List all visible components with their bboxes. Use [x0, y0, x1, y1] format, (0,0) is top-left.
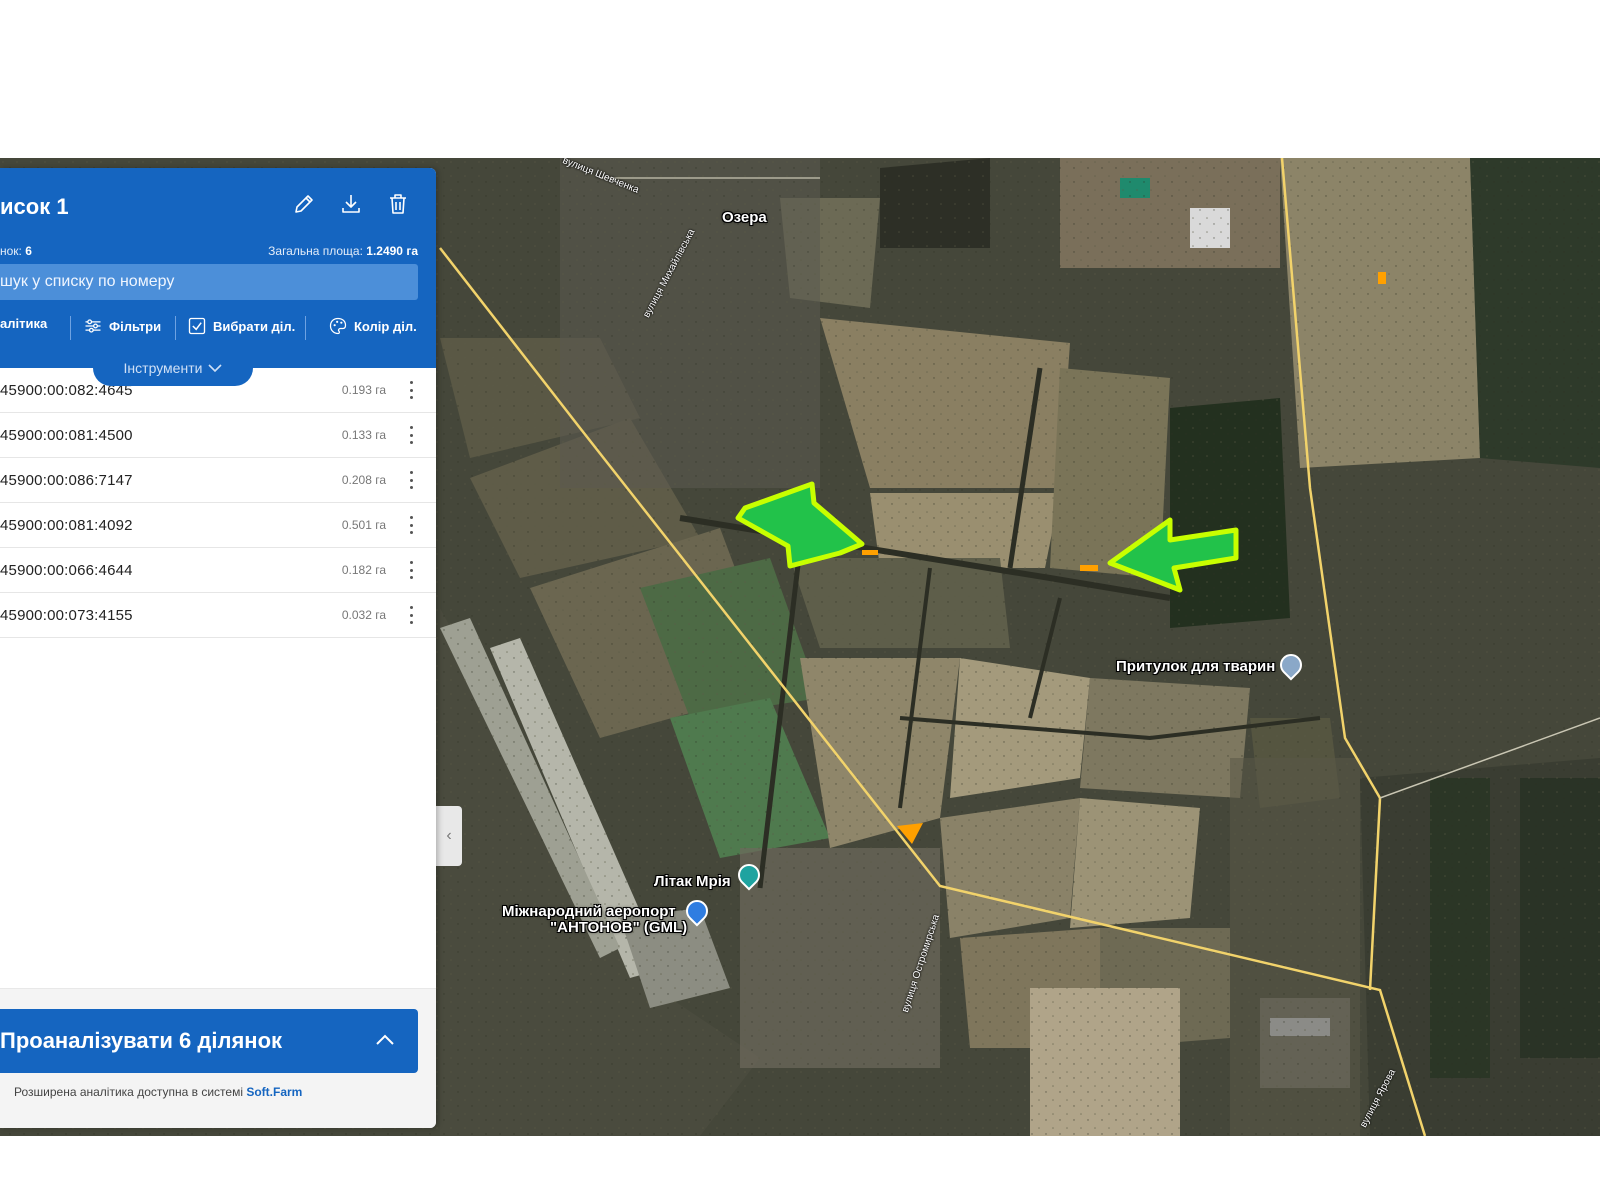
panel-header: исок 1 нок: 6 Загальна площа: 1.2490 га [0, 168, 436, 368]
chevron-up-icon [376, 1034, 394, 1045]
parcel-count-label: нок: [0, 244, 22, 258]
parcel-number: 45900:00:073:4155 [0, 606, 133, 624]
more-vertical-icon[interactable] [406, 560, 416, 580]
download-icon [342, 195, 360, 213]
map-label-shelter: Притулок для тварин [1116, 658, 1276, 675]
map-label-ozera: Озера [722, 209, 767, 226]
parcel-list-panel: исок 1 нок: 6 Загальна площа: 1.2490 га [0, 168, 436, 1128]
parcel-area: 0.032 га [341, 608, 386, 622]
parcel-number: 45900:00:081:4092 [0, 516, 133, 534]
table-row[interactable]: 45900:00:081:4500 0.133 га [0, 413, 436, 458]
parcel-color-tool-label: Колір діл. [354, 318, 417, 334]
parcel-color-tool[interactable]: Колір діл. [328, 316, 417, 336]
toolbar-divider [70, 316, 71, 340]
more-vertical-icon[interactable] [406, 470, 416, 490]
parcel-area: 0.182 га [341, 563, 386, 577]
toolbar-divider [175, 316, 176, 340]
filters-tool-label: Фільтри [109, 318, 162, 334]
parcel-count: нок: 6 [0, 244, 32, 258]
more-vertical-icon[interactable] [406, 515, 416, 535]
map-label-mriya: Літак Мрія [654, 873, 731, 890]
table-row[interactable]: 45900:00:073:4155 0.032 га [0, 593, 436, 638]
parcel-number: 45900:00:066:4644 [0, 561, 133, 579]
footer-note: Розширена аналітика доступна в системі S… [14, 1085, 302, 1099]
analytics-tool-label: алітика [0, 316, 48, 331]
parcel-count-value: 6 [25, 244, 32, 258]
download-button[interactable] [339, 192, 363, 216]
parcel-marker[interactable] [1378, 272, 1386, 284]
palette-icon [329, 317, 347, 335]
select-parcels-tool[interactable]: Вибрати діл. [187, 316, 295, 336]
trash-icon [390, 194, 406, 214]
parcel-number: 45900:00:086:7147 [0, 471, 133, 489]
checkbox-icon [188, 317, 206, 335]
analyze-button-label: Проаналізувати 6 ділянок [0, 1028, 283, 1053]
total-area: Загальна площа: 1.2490 га [268, 244, 418, 258]
analyze-parcels-button[interactable]: Проаналізувати 6 ділянок [0, 1009, 418, 1073]
pencil-icon [295, 195, 313, 213]
instruments-toggle[interactable]: Інструменти [93, 350, 253, 386]
footer-note-text: Розширена аналітика доступна в системі [14, 1085, 243, 1099]
more-vertical-icon[interactable] [406, 425, 416, 445]
collapse-panel-button[interactable]: ‹ [436, 806, 462, 866]
parcel-marker[interactable] [862, 550, 878, 555]
parcel-area: 0.208 га [341, 473, 386, 487]
table-row[interactable]: 45900:00:086:7147 0.208 га [0, 458, 436, 503]
parcel-area: 0.501 га [341, 518, 386, 532]
softfarm-link[interactable]: Soft.Farm [246, 1085, 302, 1099]
parcel-number: 45900:00:081:4500 [0, 426, 133, 444]
select-parcels-tool-label: Вибрати діл. [213, 318, 296, 334]
chevron-left-icon: ‹ [446, 827, 452, 844]
more-vertical-icon[interactable] [406, 380, 416, 400]
parcel-area: 0.133 га [341, 428, 386, 442]
list-title: исок 1 [0, 194, 69, 219]
chevron-down-icon [208, 364, 223, 373]
edit-button[interactable] [292, 192, 316, 216]
parcel-area: 0.193 га [341, 383, 386, 397]
map-label-airport-line1: Міжнародний аеропорт [502, 903, 676, 920]
panel-footer: Проаналізувати 6 ділянок Розширена аналі… [0, 988, 436, 1128]
instruments-label: Інструменти [123, 360, 203, 376]
parcel-list: 45900:00:082:4645 0.193 га 45900:00:081:… [0, 368, 436, 638]
map-label-airport-line2: "АНТОНОВ" (GML) [550, 919, 688, 936]
total-area-label: Загальна площа: [268, 244, 363, 258]
more-vertical-icon[interactable] [406, 605, 416, 625]
tools-toolbar: алітика Фільтри Вибрати діл. Колір діл. [0, 308, 436, 342]
toolbar-divider [305, 316, 306, 340]
search-input[interactable] [0, 264, 418, 300]
filters-tool[interactable]: Фільтри [83, 316, 161, 336]
delete-button[interactable] [386, 192, 410, 216]
table-row[interactable]: 45900:00:081:4092 0.501 га [0, 503, 436, 548]
analytics-tool[interactable]: алітика [0, 316, 47, 331]
table-row[interactable]: 45900:00:066:4644 0.182 га [0, 548, 436, 593]
sliders-icon [85, 319, 101, 333]
parcel-marker[interactable] [1080, 565, 1098, 571]
total-area-value: 1.2490 га [366, 244, 418, 258]
